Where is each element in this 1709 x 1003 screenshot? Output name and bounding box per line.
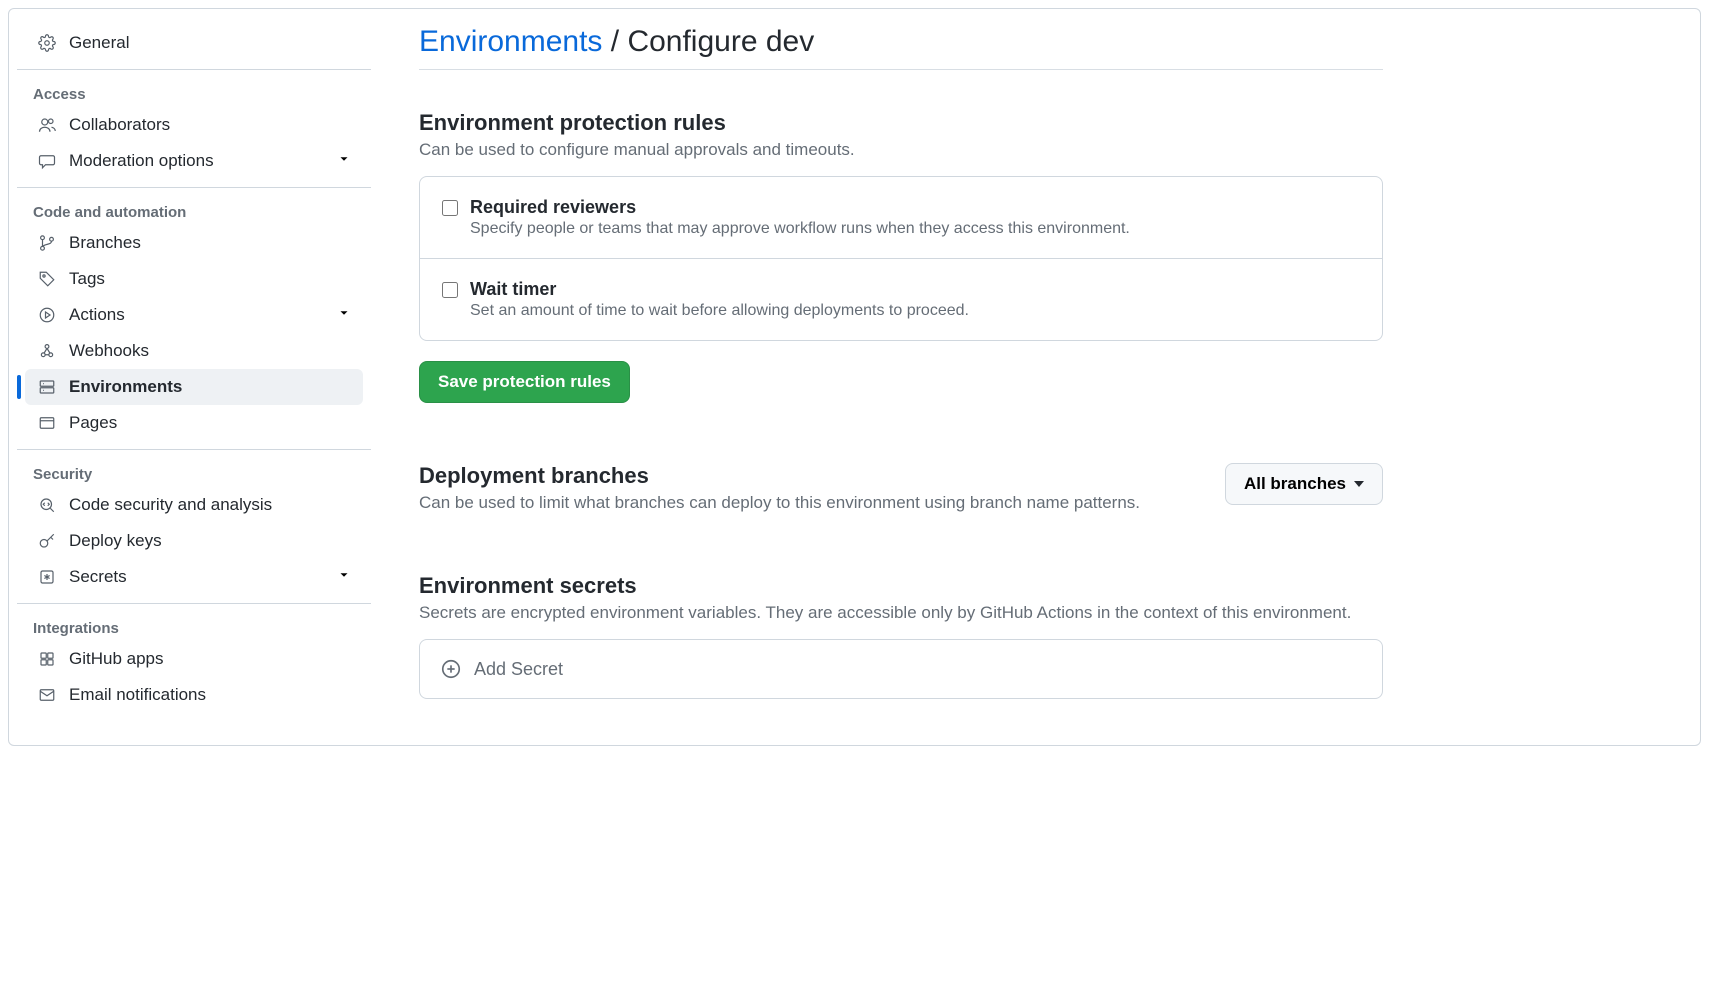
mail-icon	[37, 685, 57, 705]
section-description: Secrets are encrypted environment variab…	[419, 603, 1383, 623]
save-protection-rules-button[interactable]: Save protection rules	[419, 361, 630, 403]
rule-label: Wait timer	[470, 279, 969, 300]
chevron-down-icon	[337, 151, 351, 171]
section-title: Deployment branches	[419, 463, 1201, 489]
sidebar-item-webhooks[interactable]: Webhooks	[25, 333, 363, 369]
sidebar-item-github-apps[interactable]: GitHub apps	[25, 641, 363, 677]
apps-icon	[37, 649, 57, 669]
sidebar-item-label: Collaborators	[69, 115, 170, 135]
key-icon	[37, 531, 57, 551]
sidebar-item-environments[interactable]: Environments	[25, 369, 363, 405]
chevron-down-icon	[337, 567, 351, 587]
sidebar-item-label: Branches	[69, 233, 141, 253]
sidebar-item-label: Code security and analysis	[69, 495, 272, 515]
sidebar-item-moderation[interactable]: Moderation options	[25, 143, 363, 179]
rule-wait-timer: Wait timer Set an amount of time to wait…	[420, 259, 1382, 340]
sidebar-item-deploy-keys[interactable]: Deploy keys	[25, 523, 363, 559]
main-content: Environments / Configure dev Environment…	[379, 9, 1439, 745]
sidebar-item-label: General	[69, 33, 129, 53]
sidebar-group-header: Code and automation	[17, 196, 371, 225]
sidebar-item-pages[interactable]: Pages	[25, 405, 363, 441]
branch-icon	[37, 233, 57, 253]
plus-circle-icon	[440, 658, 462, 680]
chevron-down-icon	[337, 305, 351, 325]
webhook-icon	[37, 341, 57, 361]
server-icon	[37, 377, 57, 397]
sidebar-item-label: Moderation options	[69, 151, 214, 171]
sidebar-item-tags[interactable]: Tags	[25, 261, 363, 297]
rule-required-reviewers: Required reviewers Specify people or tea…	[420, 177, 1382, 259]
add-secret-button[interactable]: Add Secret	[419, 639, 1383, 699]
sidebar-item-label: Tags	[69, 269, 105, 289]
comment-icon	[37, 151, 57, 171]
browser-icon	[37, 413, 57, 433]
breadcrumb-separator: /	[602, 25, 627, 58]
dropdown-label: All branches	[1244, 474, 1346, 494]
sidebar-item-actions[interactable]: Actions	[25, 297, 363, 333]
section-title: Environment protection rules	[419, 110, 1383, 136]
deployment-branches-section: Deployment branches Can be used to limit…	[419, 463, 1383, 513]
sidebar-item-label: Email notifications	[69, 685, 206, 705]
sidebar-item-email-notifications[interactable]: Email notifications	[25, 677, 363, 713]
rule-description: Specify people or teams that may approve…	[470, 220, 1130, 238]
asterisk-icon	[37, 567, 57, 587]
breadcrumb-current: Configure dev	[627, 25, 814, 58]
people-icon	[37, 115, 57, 135]
caret-down-icon	[1354, 481, 1364, 487]
section-description: Can be used to limit what branches can d…	[419, 493, 1201, 513]
sidebar-item-label: Webhooks	[69, 341, 149, 361]
sidebar-item-general[interactable]: General	[25, 25, 363, 61]
sidebar-group-header: Access	[17, 78, 371, 107]
sidebar-item-label: Secrets	[69, 567, 127, 587]
sidebar-group-header: Security	[17, 458, 371, 487]
sidebar-item-secrets[interactable]: Secrets	[25, 559, 363, 595]
sidebar-item-label: Actions	[69, 305, 125, 325]
wait-timer-checkbox[interactable]	[442, 282, 458, 298]
play-circle-icon	[37, 305, 57, 325]
page-title: Environments / Configure dev	[419, 25, 1383, 70]
sidebar-item-branches[interactable]: Branches	[25, 225, 363, 261]
code-scanning-icon	[37, 495, 57, 515]
protection-rules-box: Required reviewers Specify people or tea…	[419, 176, 1383, 341]
section-title: Environment secrets	[419, 573, 1383, 599]
sidebar-item-label: GitHub apps	[69, 649, 164, 669]
branches-dropdown[interactable]: All branches	[1225, 463, 1383, 505]
section-description: Can be used to configure manual approval…	[419, 140, 1383, 160]
sidebar-item-collaborators[interactable]: Collaborators	[25, 107, 363, 143]
required-reviewers-checkbox[interactable]	[442, 200, 458, 216]
tag-icon	[37, 269, 57, 289]
sidebar-group-header: Integrations	[17, 612, 371, 641]
sidebar-item-code-security[interactable]: Code security and analysis	[25, 487, 363, 523]
rule-label: Required reviewers	[470, 197, 1130, 218]
add-secret-label: Add Secret	[474, 659, 563, 680]
sidebar-item-label: Deploy keys	[69, 531, 162, 551]
protection-rules-section: Environment protection rules Can be used…	[419, 110, 1383, 403]
settings-sidebar: General Access Collaborators Moderation …	[9, 9, 379, 745]
gear-icon	[37, 33, 57, 53]
sidebar-item-label: Pages	[69, 413, 117, 433]
rule-description: Set an amount of time to wait before all…	[470, 302, 969, 320]
sidebar-item-label: Environments	[69, 377, 182, 397]
environment-secrets-section: Environment secrets Secrets are encrypte…	[419, 573, 1383, 699]
breadcrumb-link-environments[interactable]: Environments	[419, 25, 602, 58]
